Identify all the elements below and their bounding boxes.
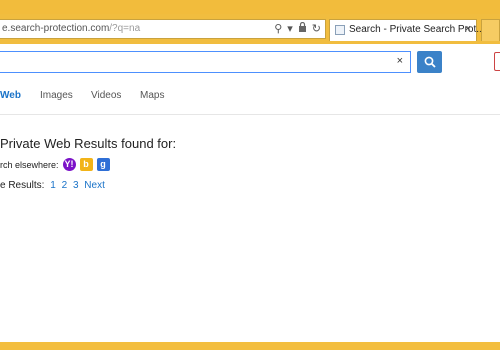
tab-images[interactable]: Images bbox=[40, 90, 73, 101]
mail-icon[interactable] bbox=[494, 52, 500, 71]
pagination: e Results: 1 2 3 Next bbox=[0, 180, 105, 191]
refresh-icon[interactable]: ↻ bbox=[312, 22, 321, 36]
search-icon[interactable]: ⚲ bbox=[274, 22, 282, 36]
address-bar[interactable]: e.search-protection.com/?q=na ⚲ ▾ ↻ bbox=[0, 19, 326, 39]
address-url-domain: e.search-protection.com bbox=[2, 23, 110, 34]
address-url-path: /?q=na bbox=[109, 23, 141, 34]
new-tab-button[interactable] bbox=[481, 19, 500, 41]
clear-search-icon[interactable]: × bbox=[397, 55, 403, 67]
search-elsewhere: rch elsewhere: Y! b g bbox=[0, 158, 110, 171]
browser-tab[interactable]: Search - Private Search Prot... × bbox=[329, 19, 485, 41]
search-elsewhere-label: rch elsewhere: bbox=[0, 159, 59, 170]
tab-maps[interactable]: Maps bbox=[140, 90, 164, 101]
magnifier-icon bbox=[424, 56, 436, 68]
window-bottom-frame bbox=[0, 342, 500, 350]
page-link-1[interactable]: 1 bbox=[50, 180, 56, 191]
window-title-bar bbox=[0, 0, 500, 14]
page-icon bbox=[335, 25, 345, 35]
page-link-3[interactable]: 3 bbox=[73, 180, 79, 191]
tab-videos[interactable]: Videos bbox=[91, 90, 121, 101]
address-icons: ⚲ ▾ ↻ bbox=[274, 21, 321, 36]
results-heading: Private Web Results found for: bbox=[0, 136, 177, 151]
close-icon[interactable]: × bbox=[465, 23, 471, 35]
address-url[interactable]: e.search-protection.com/?q=na bbox=[2, 23, 140, 34]
search-button[interactable] bbox=[417, 51, 442, 73]
pagination-label: e Results: bbox=[0, 180, 45, 191]
page-content: × Web Images Videos Maps Private Web Res… bbox=[0, 44, 500, 342]
bing-icon[interactable]: b bbox=[79, 158, 93, 171]
yahoo-icon[interactable]: Y! bbox=[62, 158, 76, 171]
tab-web[interactable]: Web bbox=[0, 90, 21, 101]
page-link-2[interactable]: 2 bbox=[62, 180, 68, 191]
search-input[interactable]: × bbox=[0, 51, 411, 73]
nav-divider bbox=[0, 114, 500, 115]
google-icon[interactable]: g bbox=[96, 158, 110, 171]
lock-icon[interactable] bbox=[298, 21, 307, 36]
next-link[interactable]: Next bbox=[84, 180, 105, 191]
chevron-down-icon[interactable]: ▾ bbox=[287, 22, 293, 36]
